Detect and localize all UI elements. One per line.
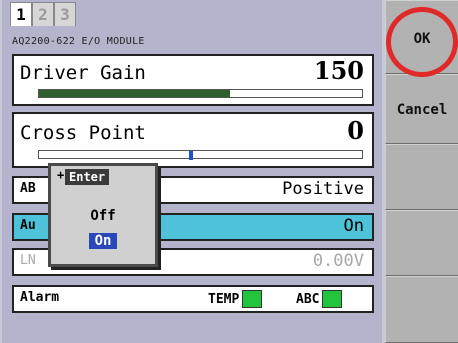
ok-button[interactable]: OK [385, 0, 458, 74]
alarm-temp-led [242, 290, 263, 308]
alarm-temp: TEMP [208, 290, 263, 308]
tab-page-1[interactable]: 1 [10, 2, 32, 26]
module-title: AQ2200-622 E/O MODULE [12, 36, 145, 47]
tab-page-2[interactable]: 2 [32, 2, 54, 26]
driver-gain-label: Driver Gain [20, 62, 146, 84]
alarm-row: Alarm TEMP ABC [12, 285, 374, 313]
driver-gain-bar [38, 89, 363, 98]
cancel-button[interactable]: Cancel [385, 74, 458, 144]
softkey-column: OK Cancel [385, 0, 458, 343]
ab-setting-value: Positive [282, 179, 364, 199]
softkey-5[interactable] [385, 276, 458, 343]
auto-setting-label: Au [20, 218, 36, 233]
driver-gain-bar-fill [39, 90, 230, 97]
enter-popup: + Enter Off On [48, 163, 158, 267]
instrument-screen: 1 2 3 AQ2200-622 E/O MODULE Driver Gain … [0, 0, 458, 343]
cross-point-field[interactable]: Cross Point 0 [12, 112, 374, 168]
popup-title: Enter [65, 169, 110, 185]
softkey-3[interactable] [385, 144, 458, 210]
page-tabs: 1 2 3 [10, 2, 76, 26]
popup-option-off-label: Off [90, 208, 116, 224]
popup-option-on-label: On [88, 233, 118, 249]
cross-point-marker [188, 151, 193, 160]
cross-point-label: Cross Point [20, 122, 146, 144]
cross-point-bar [38, 150, 363, 160]
alarm-abc-label: ABC [296, 291, 320, 307]
alarm-abc-led [322, 290, 343, 308]
driver-gain-value: 150 [313, 56, 364, 85]
cancel-button-label: Cancel [396, 102, 448, 118]
ln-setting-label: LN [20, 253, 36, 268]
cross-point-value: 0 [347, 116, 364, 145]
alarm-abc: ABC [296, 290, 343, 308]
popup-option-on[interactable]: On [51, 233, 155, 249]
ok-button-label: OK [413, 31, 431, 47]
auto-setting-value: On [343, 216, 364, 236]
alarm-temp-label: TEMP [208, 291, 240, 307]
softkey-4[interactable] [385, 210, 458, 276]
ab-setting-label: AB [20, 181, 36, 196]
ln-setting-value: 0.00V [312, 251, 364, 271]
tab-page-3[interactable]: 3 [54, 2, 76, 26]
alarm-label: Alarm [20, 290, 60, 305]
popup-option-off[interactable]: Off [51, 208, 155, 224]
popup-plus-icon: + [57, 168, 65, 182]
driver-gain-field[interactable]: Driver Gain 150 [12, 54, 374, 106]
module-panel: 1 2 3 AQ2200-622 E/O MODULE Driver Gain … [2, 0, 382, 343]
